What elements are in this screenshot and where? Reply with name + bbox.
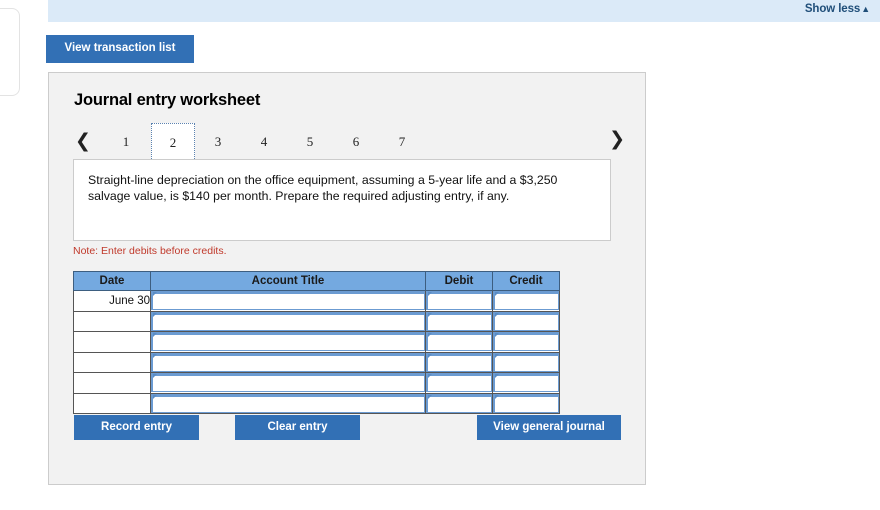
table-row bbox=[73, 372, 560, 394]
tab-7[interactable]: 7 bbox=[389, 123, 415, 161]
worksheet-tabs: ❮ 1 2 3 4 5 6 7 ❯ bbox=[71, 123, 625, 163]
chevron-left-icon[interactable]: ❮ bbox=[75, 132, 91, 151]
account-title-input[interactable] bbox=[151, 332, 425, 352]
account-title-input[interactable] bbox=[151, 373, 425, 393]
account-title-cell[interactable] bbox=[150, 351, 426, 373]
account-title-input[interactable] bbox=[151, 393, 425, 413]
show-less-toggle[interactable]: Show less▲ bbox=[805, 3, 870, 15]
date-cell: June 30 bbox=[73, 290, 151, 312]
table-row bbox=[73, 392, 560, 414]
view-transaction-list-button[interactable]: View transaction list bbox=[46, 35, 194, 63]
debit-cell[interactable] bbox=[425, 331, 493, 353]
tab-3[interactable]: 3 bbox=[205, 123, 231, 161]
table-row bbox=[73, 351, 560, 373]
credit-cell[interactable] bbox=[492, 351, 560, 373]
credit-input[interactable] bbox=[493, 373, 559, 393]
top-banner: Show less▲ bbox=[48, 0, 880, 22]
account-title-cell[interactable] bbox=[150, 331, 426, 353]
account-title-input[interactable] bbox=[151, 291, 425, 311]
debit-cell[interactable] bbox=[425, 392, 493, 414]
credit-input[interactable] bbox=[493, 393, 559, 413]
page-title: Journal entry worksheet bbox=[74, 91, 261, 109]
credit-input[interactable] bbox=[493, 332, 559, 352]
debit-cell[interactable] bbox=[425, 372, 493, 394]
debits-before-credits-note: Note: Enter debits before credits. bbox=[73, 245, 227, 257]
tab-1[interactable]: 1 bbox=[113, 123, 139, 161]
table-header-row: Date Account Title Debit Credit bbox=[73, 271, 560, 291]
column-header-credit: Credit bbox=[492, 271, 560, 291]
journal-entry-panel: Journal entry worksheet ❮ 1 2 3 4 5 6 7 … bbox=[48, 72, 646, 485]
column-header-debit: Debit bbox=[425, 271, 493, 291]
tab-5[interactable]: 5 bbox=[297, 123, 323, 161]
credit-input[interactable] bbox=[493, 291, 559, 311]
tab-6[interactable]: 6 bbox=[343, 123, 369, 161]
account-title-cell[interactable] bbox=[150, 310, 426, 332]
debit-cell[interactable] bbox=[425, 310, 493, 332]
debit-cell[interactable] bbox=[425, 351, 493, 373]
chevron-right-icon[interactable]: ❯ bbox=[609, 130, 625, 149]
debit-cell[interactable] bbox=[425, 290, 493, 312]
account-title-cell[interactable] bbox=[150, 392, 426, 414]
show-less-label: Show less bbox=[804, 3, 861, 15]
debit-input[interactable] bbox=[426, 373, 492, 393]
tab-2[interactable]: 2 bbox=[151, 123, 195, 163]
table-row: June 30 bbox=[73, 290, 560, 312]
column-header-date: Date bbox=[73, 271, 151, 291]
table-row bbox=[73, 331, 560, 353]
date-cell bbox=[73, 351, 151, 373]
credit-cell[interactable] bbox=[492, 392, 560, 414]
table-row bbox=[73, 310, 560, 332]
credit-cell[interactable] bbox=[492, 290, 560, 312]
credit-cell[interactable] bbox=[492, 331, 560, 353]
instruction-text: Straight-line depreciation on the office… bbox=[73, 159, 611, 241]
page-root: Show less▲ View transaction list Journal… bbox=[0, 0, 880, 510]
account-title-input[interactable] bbox=[151, 311, 425, 331]
debit-input[interactable] bbox=[426, 332, 492, 352]
credit-input[interactable] bbox=[493, 311, 559, 331]
tab-4[interactable]: 4 bbox=[251, 123, 277, 161]
credit-cell[interactable] bbox=[492, 372, 560, 394]
account-title-input[interactable] bbox=[151, 352, 425, 372]
record-entry-button[interactable]: Record entry bbox=[74, 415, 199, 440]
account-title-cell[interactable] bbox=[150, 290, 426, 312]
date-cell bbox=[73, 392, 151, 414]
debit-input[interactable] bbox=[426, 311, 492, 331]
credit-cell[interactable] bbox=[492, 310, 560, 332]
view-general-journal-button[interactable]: View general journal bbox=[477, 415, 621, 440]
column-header-account-title: Account Title bbox=[150, 271, 426, 291]
debit-input[interactable] bbox=[426, 291, 492, 311]
debit-input[interactable] bbox=[426, 393, 492, 413]
account-title-cell[interactable] bbox=[150, 372, 426, 394]
clear-entry-button[interactable]: Clear entry bbox=[235, 415, 360, 440]
journal-entry-table: Date Account Title Debit Credit June 30 bbox=[73, 271, 560, 414]
offscreen-card-stub bbox=[0, 8, 20, 96]
credit-input[interactable] bbox=[493, 352, 559, 372]
date-cell bbox=[73, 372, 151, 394]
date-cell bbox=[73, 331, 151, 353]
date-cell bbox=[73, 310, 151, 332]
debit-input[interactable] bbox=[426, 352, 492, 372]
triangle-up-icon: ▲ bbox=[861, 4, 870, 14]
